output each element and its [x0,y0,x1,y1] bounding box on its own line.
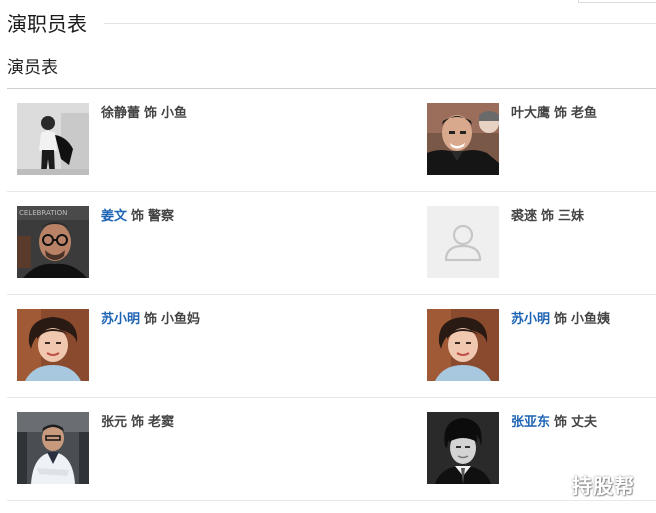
cast-and-crew-header: 演职员表 [0,0,656,48]
role-name: 小鱼姨 [571,312,611,327]
actor-photo[interactable]: CELEBRATION [17,206,89,278]
watermark: 持股帮 [572,474,635,498]
credit-separator: 饰 [554,106,568,121]
top-right-frame [578,0,656,3]
cast-credit: 姜文饰警察 [101,208,174,226]
credit-separator: 饰 [131,415,145,430]
role-name: 丈夫 [571,415,598,430]
cast-credit: 张元饰老窦 [101,414,174,432]
actor-name-link[interactable]: 苏小明 [101,312,140,327]
role-name: 老窦 [148,415,175,430]
actor-name: 叶大鹰 [511,106,551,121]
actor-photo[interactable] [17,309,89,381]
cast-credit: 裘逨饰三妹 [511,208,584,226]
credit-separator: 饰 [131,209,145,224]
cast-credit: 苏小明饰小鱼姨 [511,311,610,329]
cast-credit: 苏小明饰小鱼妈 [101,311,200,329]
role-name: 小鱼 [161,106,188,121]
actor-name-link[interactable]: 苏小明 [511,312,550,327]
cast-row: 苏小明饰小鱼妈 苏小明饰小鱼姨 [7,295,656,398]
page-title: 演职员表 [7,12,87,36]
actor-photo[interactable] [427,309,499,381]
role-name: 老鱼 [571,106,598,121]
role-name: 小鱼妈 [161,312,201,327]
actor-photo[interactable] [17,412,89,484]
cast-list: 徐静蕾饰小鱼 叶大鹰饰老鱼 CELEBRATION 姜文 饰 警察 裘逨 饰 三… [7,89,656,501]
cast-row: CELEBRATION 姜文饰警察 裘逨 饰 三妹 [7,192,656,295]
credit-separator: 饰 [554,415,568,430]
cast-section-title: 演员表 [7,58,58,78]
actor-photo[interactable] [17,103,89,175]
cast-credit: 徐静蕾饰小鱼 [101,105,187,123]
actor-name: 裘逨 [511,209,538,224]
role-name: 三妹 [558,209,585,224]
actor-name-link[interactable]: 张亚东 [511,415,550,430]
cast-row: 徐静蕾饰小鱼 叶大鹰饰老鱼 [7,89,656,192]
credit-separator: 饰 [554,312,568,327]
cast-credit: 叶大鹰饰老鱼 [511,105,597,123]
actor-photo[interactable] [427,103,499,175]
actor-photo[interactable] [427,412,499,484]
actor-name: 徐静蕾 [101,106,141,121]
credit-separator: 饰 [144,106,158,121]
title-divider [104,23,656,24]
credit-separator: 饰 [541,209,555,224]
actor-name-link[interactable]: 姜文 [101,209,127,224]
actor-name: 张元 [101,415,128,430]
svg-text:CELEBRATION: CELEBRATION [19,209,67,217]
cast-row: 张元饰老窦 张亚东 饰 丈夫 [7,398,656,501]
role-name: 警察 [148,209,175,224]
user-placeholder-icon [427,206,499,278]
credit-separator: 饰 [144,312,158,327]
cast-credit: 张亚东饰丈夫 [511,414,597,432]
